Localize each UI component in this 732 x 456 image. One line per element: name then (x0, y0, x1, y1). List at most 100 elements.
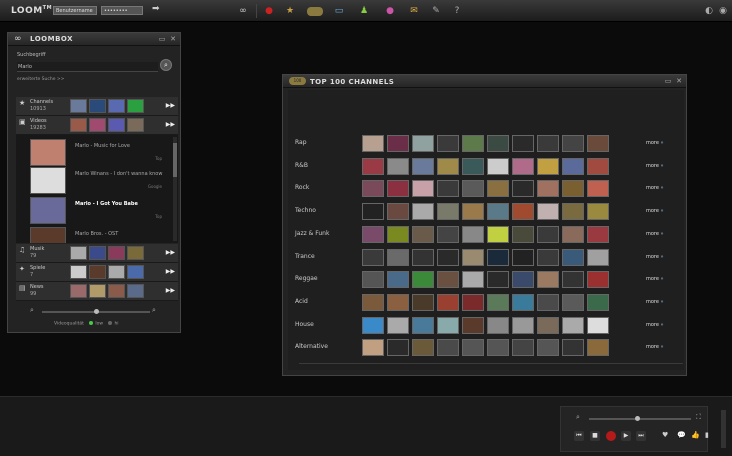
thumbnail[interactable] (89, 118, 106, 132)
channel-thumbnail[interactable] (537, 293, 559, 311)
genre-label[interactable]: Jazz & Funk (295, 230, 329, 237)
thumbnail[interactable] (108, 284, 125, 298)
next-icon[interactable]: ▶▶ (166, 121, 175, 128)
genre-label[interactable]: Rap (295, 139, 307, 146)
category-channels[interactable]: ★ Channels 10913 ▶▶ (16, 97, 178, 116)
thumbnail[interactable] (127, 284, 144, 298)
thumbnail[interactable] (108, 265, 125, 279)
list-item[interactable]: Marlo Winans - I don't wanna know Google (16, 165, 172, 197)
channel-thumbnail[interactable] (437, 157, 459, 175)
channel-thumbnail[interactable] (512, 271, 534, 289)
volume-icon[interactable]: ▮ (705, 431, 709, 439)
channel-thumbnail[interactable] (487, 180, 509, 198)
channel-thumbnail[interactable] (437, 271, 459, 289)
play-button[interactable]: ▶ (621, 431, 631, 441)
channel-thumbnail[interactable] (462, 135, 484, 152)
more-link[interactable]: more » (646, 322, 664, 328)
more-link[interactable]: more » (646, 344, 664, 350)
channel-thumbnail[interactable] (362, 248, 384, 266)
channel-thumbnail[interactable] (362, 339, 384, 357)
thumbnail[interactable] (127, 265, 144, 279)
genre-label[interactable]: R&B (295, 162, 308, 169)
channel-thumbnail[interactable] (537, 271, 559, 289)
thumbnail[interactable] (127, 246, 144, 260)
thumbnail[interactable] (89, 246, 106, 260)
category-games[interactable]: ✦ Spiele 7 ▶▶ (16, 263, 178, 282)
record-icon[interactable]: ● (263, 5, 275, 17)
channel-thumbnail[interactable] (462, 180, 484, 198)
thumbnail[interactable] (108, 246, 125, 260)
genre-label[interactable]: Rock (295, 184, 309, 191)
channel-thumbnail[interactable] (362, 225, 384, 243)
more-link[interactable]: more » (646, 231, 664, 237)
channel-thumbnail[interactable] (487, 271, 509, 289)
next-icon[interactable]: ▶▶ (166, 249, 175, 256)
channel-thumbnail[interactable] (487, 339, 509, 357)
power-icon[interactable]: ◐ (703, 5, 715, 17)
top100-icon[interactable] (307, 5, 323, 17)
channel-thumbnail[interactable] (412, 135, 434, 152)
channel-thumbnail[interactable] (412, 339, 434, 357)
genre-label[interactable]: House (295, 321, 314, 328)
next-icon[interactable]: ▶▶ (166, 287, 175, 294)
more-link[interactable]: more » (646, 276, 664, 282)
channel-thumbnail[interactable] (437, 180, 459, 198)
channel-thumbnail[interactable] (537, 180, 559, 198)
channel-thumbnail[interactable] (587, 157, 609, 175)
minimize-icon[interactable]: ▭ (664, 77, 672, 85)
channel-thumbnail[interactable] (587, 135, 609, 152)
player-zoom-knob[interactable] (635, 416, 640, 421)
channel-thumbnail[interactable] (487, 293, 509, 311)
settings-icon[interactable]: ✎ (430, 5, 442, 17)
channel-thumbnail[interactable] (387, 248, 409, 266)
top100-header[interactable]: 100 TOP 100 CHANNELS ▭ ✕ (283, 75, 686, 88)
channel-thumbnail[interactable] (587, 248, 609, 266)
channel-thumbnail[interactable] (537, 339, 559, 357)
channel-thumbnail[interactable] (512, 203, 534, 221)
users-icon[interactable]: ♟ (358, 5, 370, 17)
genre-label[interactable]: Reggae (295, 275, 318, 282)
channel-thumbnail[interactable] (512, 225, 534, 243)
channel-thumbnail[interactable] (562, 248, 584, 266)
channel-thumbnail[interactable] (412, 180, 434, 198)
thumbnail[interactable] (127, 99, 144, 113)
channel-thumbnail[interactable] (537, 225, 559, 243)
channel-thumbnail[interactable] (487, 203, 509, 221)
channel-thumbnail[interactable] (462, 203, 484, 221)
record-button[interactable]: ● (606, 431, 616, 441)
channel-thumbnail[interactable] (437, 225, 459, 243)
category-music[interactable]: ♫ Musik 79 ▶▶ (16, 244, 178, 263)
channel-thumbnail[interactable] (487, 157, 509, 175)
more-link[interactable]: more » (646, 185, 664, 191)
channel-thumbnail[interactable] (487, 248, 509, 266)
channel-thumbnail[interactable] (362, 157, 384, 175)
channel-thumbnail[interactable] (487, 225, 509, 243)
zoom-slider-knob[interactable] (94, 309, 99, 314)
username-field[interactable] (53, 6, 97, 15)
list-item[interactable]: Marlo - I Got You Babe Top (16, 195, 172, 227)
channel-thumbnail[interactable] (537, 248, 559, 266)
list-item[interactable]: Marlo Bros. - OST (16, 225, 172, 243)
next-button[interactable]: ⏭ (636, 431, 646, 441)
channel-thumbnail[interactable] (587, 316, 609, 334)
channel-thumbnail[interactable] (562, 271, 584, 289)
close-icon[interactable]: ✕ (675, 77, 683, 85)
thumbnail[interactable] (70, 99, 87, 113)
channel-thumbnail[interactable] (562, 293, 584, 311)
loombox-header[interactable]: ∞ LOOMBOX ▭ ✕ (8, 33, 180, 46)
channel-thumbnail[interactable] (412, 225, 434, 243)
quality-low-radio[interactable] (89, 321, 94, 325)
heart-icon[interactable]: ♥ (662, 431, 668, 439)
help-icon[interactable]: ? (451, 5, 463, 17)
channel-thumbnail[interactable] (487, 316, 509, 334)
thumbnail[interactable] (89, 99, 106, 113)
channel-thumbnail[interactable] (462, 248, 484, 266)
channel-thumbnail[interactable] (387, 339, 409, 357)
player-zoom-slider[interactable] (589, 418, 691, 420)
scrollbar[interactable] (173, 137, 177, 241)
channel-thumbnail[interactable] (437, 135, 459, 152)
extended-search-link[interactable]: erweiterte Suche >> (17, 77, 64, 82)
next-icon[interactable]: ▶▶ (166, 102, 175, 109)
channel-thumbnail[interactable] (437, 316, 459, 334)
channel-thumbnail[interactable] (412, 293, 434, 311)
